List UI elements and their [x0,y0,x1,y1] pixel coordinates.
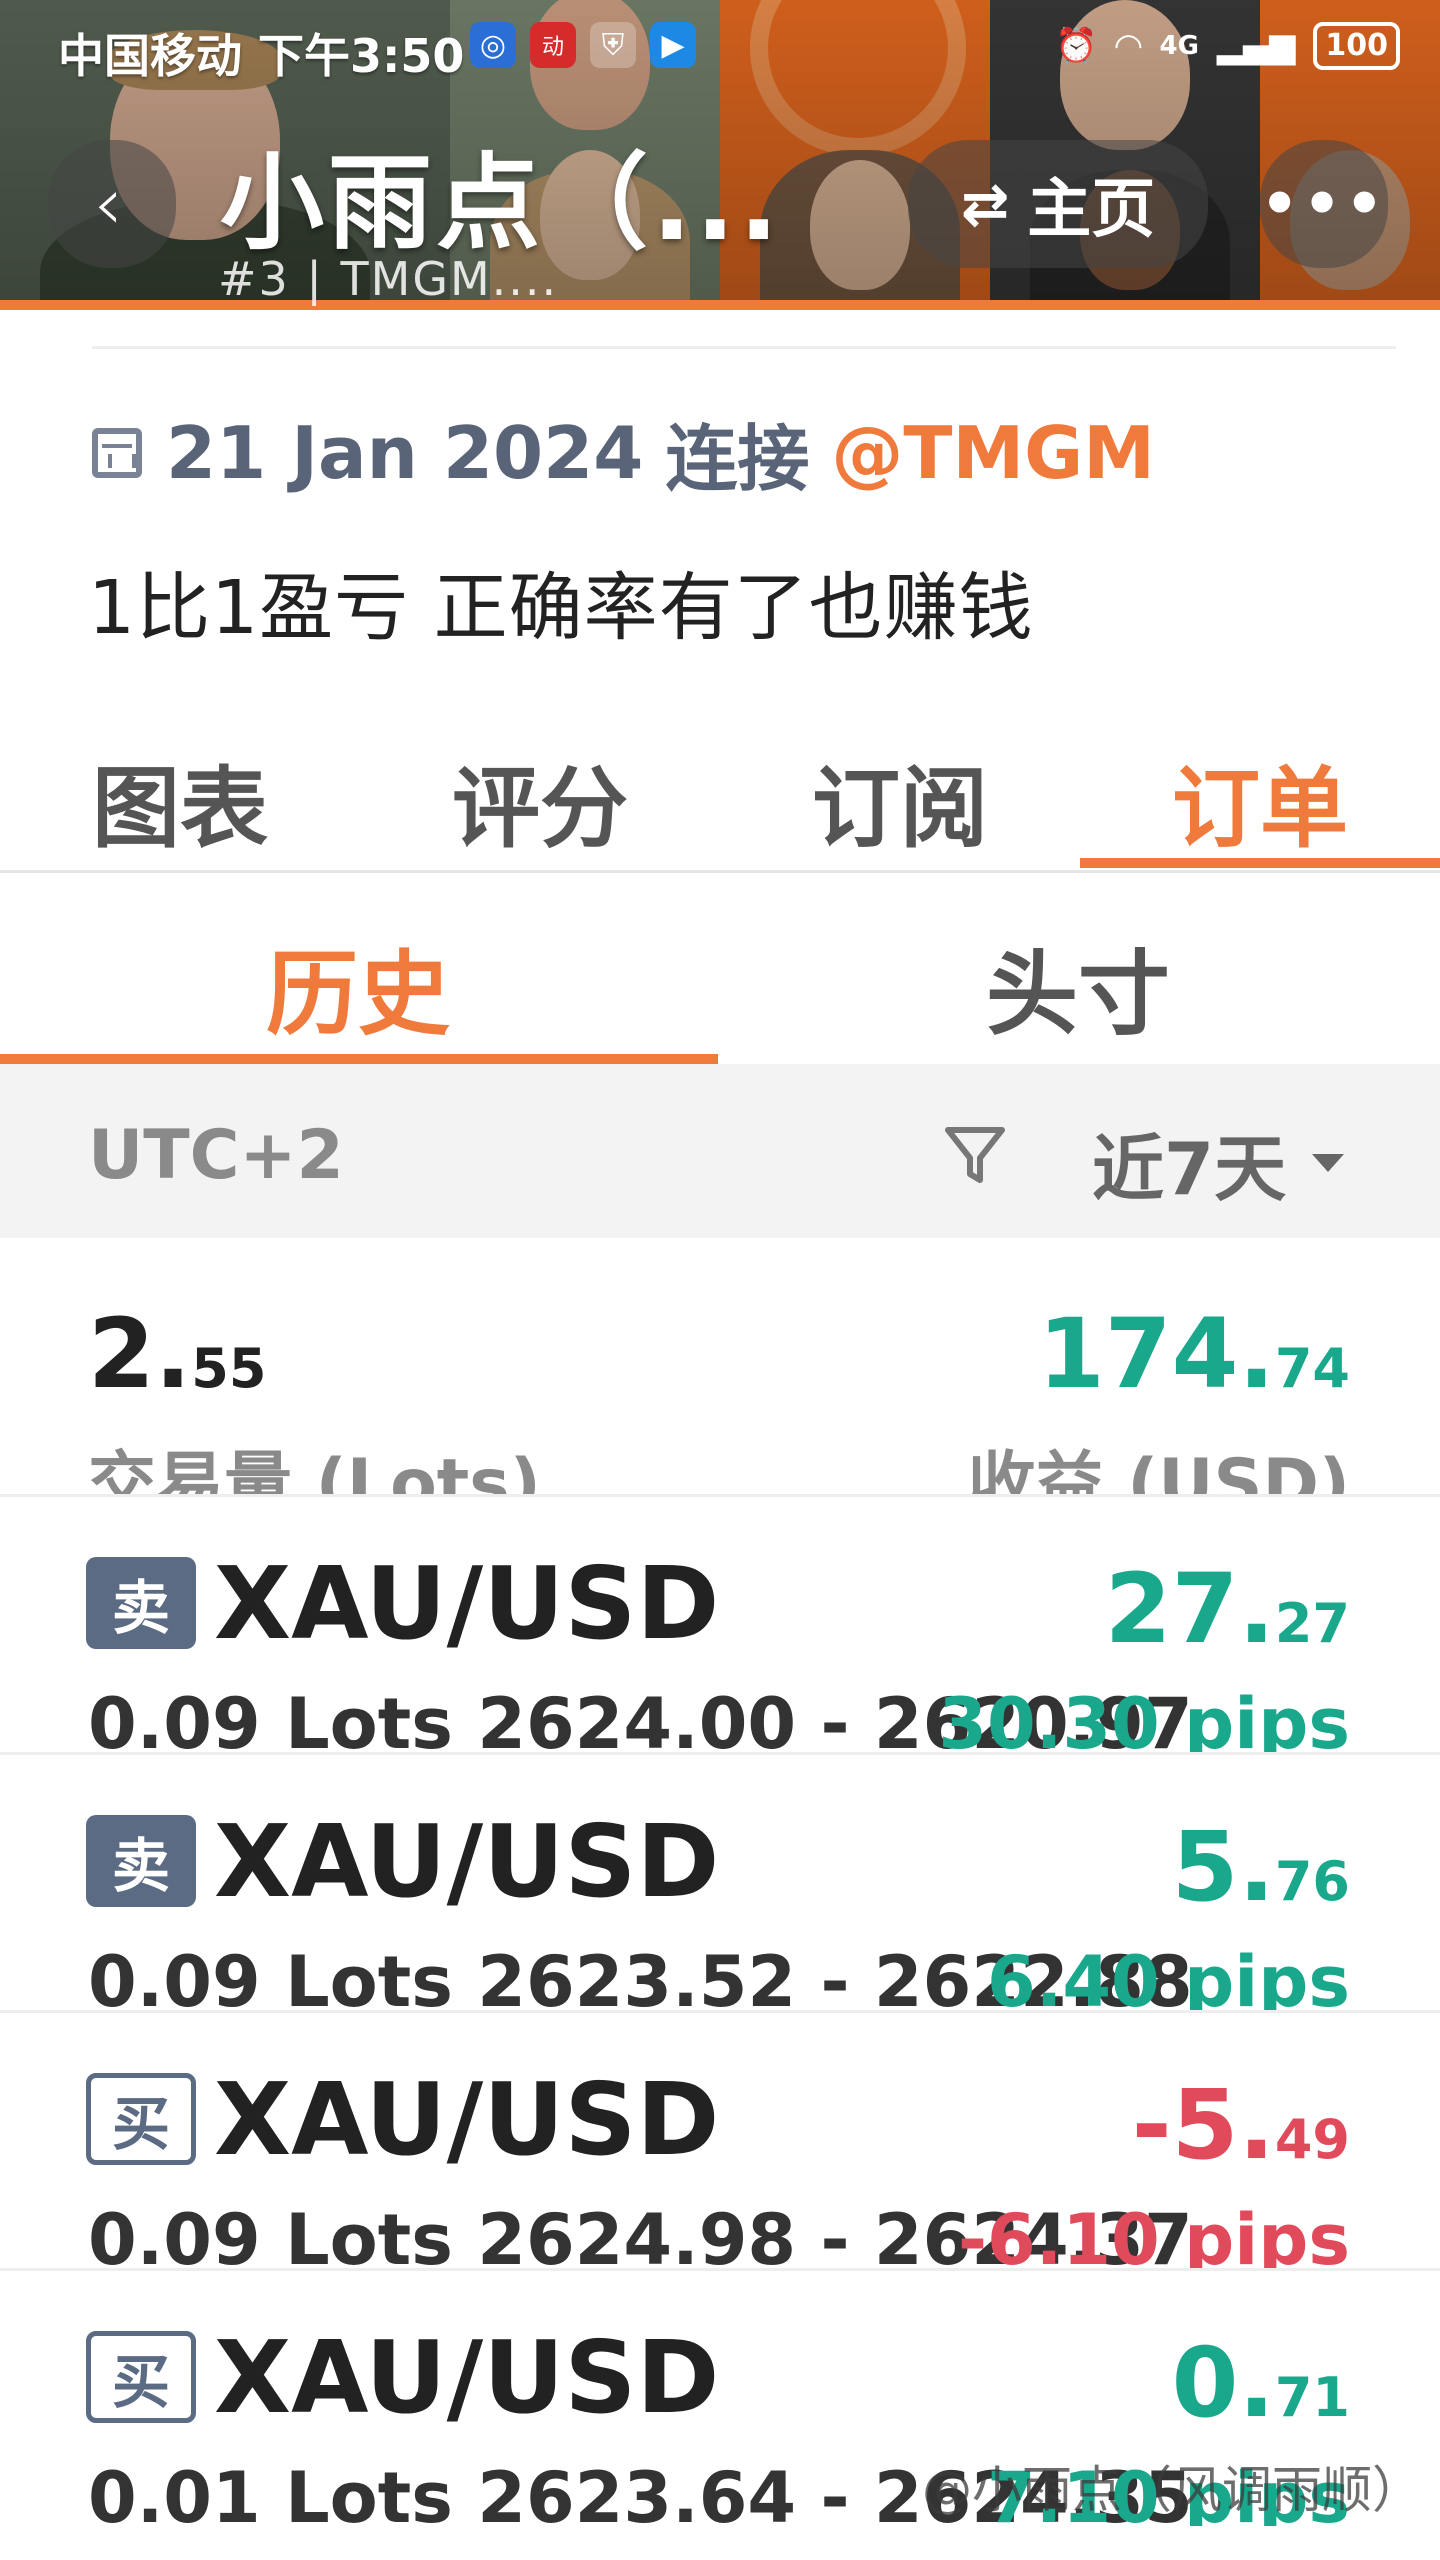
filter-icon[interactable] [940,1120,1010,1190]
page-title: 小雨点（... [220,142,783,264]
home-button-label: 主页 [1027,173,1156,247]
calendar-icon [92,427,142,478]
date-range-value: 近7天 [1092,1127,1287,1211]
order-list: 卖 XAU/USD 27.27 0.09 Lots 2624.00 - 2620… [0,1494,1440,2526]
chevron-left-icon: ‹ [93,161,123,247]
order-row[interactable]: 卖 XAU/USD 27.27 0.09 Lots 2624.00 - 2620… [0,1494,1440,1752]
summary-panel: 2.55 174.74 交易量 (Lots) 收益 (USD) [0,1238,1440,1494]
timezone-label: UTC+2 [88,1116,344,1195]
filter-bar: UTC+2 近7天 [0,1064,1440,1238]
order-profit: 0.71 [1171,2327,1350,2439]
side-badge: 卖 [86,1557,196,1649]
more-button[interactable]: ••• [1260,140,1388,268]
order-symbol: XAU/USD [214,2061,720,2178]
tab-orders[interactable]: 订单 [1172,738,1348,865]
network-type: 4G [1159,31,1199,61]
tab-rating[interactable]: 评分 [452,738,628,865]
profit-label: 收益 (USD) [967,1445,1350,1494]
back-button[interactable]: ‹ [48,140,176,268]
main-tabs: 图表 评分 订阅 订单 [0,718,1440,868]
connection-info: 21 Jan 2024 连接 @TMGM [92,400,1155,505]
status-bar: 中国移动 下午3:50 ◎ 动 ⛨ ▶ ⏰ ◠ 4G ▂▄▆ 100 [0,0,1440,100]
broker-link[interactable]: @TMGM [831,411,1155,495]
watermark: @小雨点（风调雨顺） [922,2461,1422,2519]
order-profit: -5.49 [1131,2069,1350,2181]
connect-date: 21 Jan 2024 [166,410,644,495]
tab-chart[interactable]: 图表 [92,738,268,865]
order-row[interactable]: 买 XAU/USD -5.49 0.09 Lots 2624.98 - 2624… [0,2010,1440,2268]
chat-notification-icon: ◎ [470,22,516,68]
order-symbol: XAU/USD [214,1803,720,1920]
shield-notification-icon: ⛨ [590,22,636,68]
header-accent-band [0,300,1440,310]
order-symbol: XAU/USD [214,1545,720,1662]
account-subtitle: #3 | TMGM.... [218,252,559,306]
order-pips: 30.30 pips [938,1683,1350,1752]
battery-icon: 100 [1313,22,1400,70]
active-subtab-indicator [0,1054,718,1064]
date-range-dropdown[interactable]: 近7天 [1092,1110,1345,1215]
strategy-description: 1比1盈亏 正确率有了也赚钱 [88,565,1034,651]
tab-positions[interactable]: 头寸 [986,920,1170,1053]
side-badge: 买 [86,2073,196,2165]
carrier-time: 中国移动 下午3:50 [58,29,465,83]
order-symbol: XAU/USD [214,2319,720,2436]
swap-arrows-icon: ⇄ [960,170,1010,238]
home-button[interactable]: ⇄ 主页 [908,140,1208,268]
side-badge: 买 [86,2331,196,2423]
order-pips: -6.10 pips [957,2199,1350,2268]
pay-notification-icon: ▶ [650,22,696,68]
alarm-icon: ⏰ [1054,26,1098,66]
wifi-icon: ◠ [1115,26,1142,66]
tab-history[interactable]: 历史 [266,920,450,1053]
side-badge: 卖 [86,1815,196,1907]
caret-down-icon [1312,1153,1345,1172]
app-notification-icon: 动 [530,22,576,68]
ellipsis-icon: ••• [1260,169,1388,239]
tab-subscribe[interactable]: 订阅 [812,738,988,865]
active-tab-indicator [1080,858,1440,868]
order-profit: 5.76 [1171,1811,1350,1923]
connect-label: 连接 [665,417,810,501]
total-lots: 2.55 [88,1298,267,1410]
lots-label: 交易量 (Lots) [88,1445,541,1494]
order-pips: 6.40 pips [987,1941,1350,2010]
total-profit: 174.74 [1037,1298,1350,1410]
order-profit: 27.27 [1104,1553,1350,1665]
order-row[interactable]: 卖 XAU/USD 5.76 0.09 Lots 2623.52 - 2622.… [0,1752,1440,2010]
divider [92,346,1396,349]
sub-tabs: 历史 头寸 [0,872,1440,1064]
signal-icon: ▂▄▆ [1216,26,1296,66]
profile-header: 中国移动 下午3:50 ◎ 动 ⛨ ▶ ⏰ ◠ 4G ▂▄▆ 100 ‹ 小雨点… [0,0,1440,310]
